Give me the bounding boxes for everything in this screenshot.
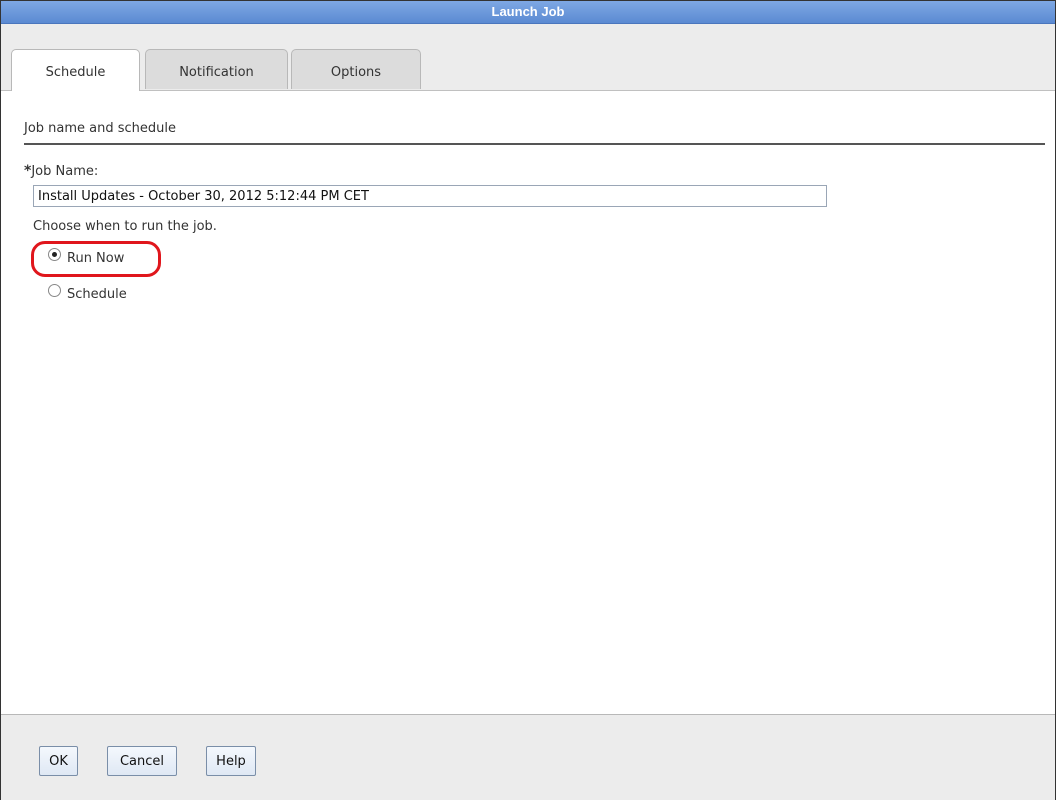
schedule-label: Schedule xyxy=(67,287,127,302)
help-button[interactable]: Help xyxy=(206,746,256,776)
ok-button[interactable]: OK xyxy=(39,746,78,776)
job-name-label-text: Job Name: xyxy=(31,164,99,179)
job-name-input[interactable] xyxy=(33,185,827,207)
tab-schedule[interactable]: Schedule xyxy=(11,49,140,91)
launch-job-dialog: Launch Job Schedule Notification Options… xyxy=(0,0,1056,800)
run-now-radio[interactable] xyxy=(48,248,61,261)
run-now-option[interactable]: Run Now xyxy=(48,248,125,266)
run-choice-prompt: Choose when to run the job. xyxy=(33,219,217,234)
tab-notification[interactable]: Notification xyxy=(145,49,288,89)
schedule-option[interactable]: Schedule xyxy=(48,284,127,302)
section-divider xyxy=(24,143,1045,145)
tab-strip: Schedule Notification Options xyxy=(1,24,1055,91)
run-now-label: Run Now xyxy=(67,251,125,266)
tab-options[interactable]: Options xyxy=(291,49,421,89)
cancel-button[interactable]: Cancel xyxy=(107,746,177,776)
section-title: Job name and schedule xyxy=(24,121,177,136)
dialog-title: Launch Job xyxy=(1,1,1055,24)
dialog-footer: OK Cancel Help xyxy=(1,714,1055,800)
schedule-radio[interactable] xyxy=(48,284,61,297)
schedule-panel: Job name and schedule *Job Name: Choose … xyxy=(1,91,1055,714)
job-name-label: *Job Name: xyxy=(24,163,98,179)
